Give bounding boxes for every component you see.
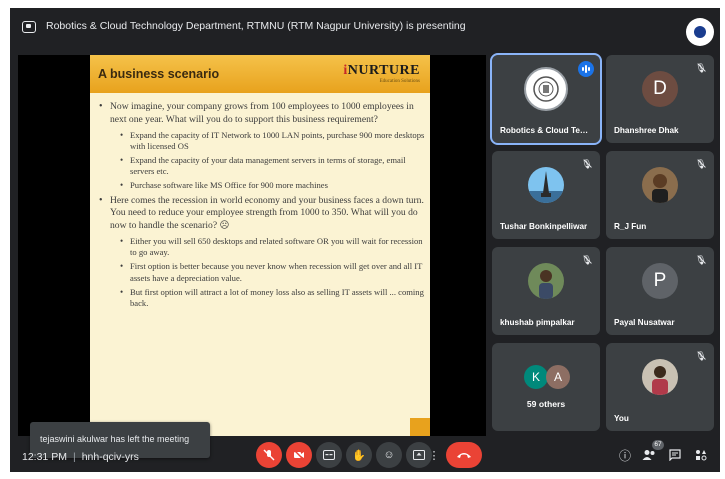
participant-tile[interactable]: D 🎙 Dhanshree Dhak bbox=[606, 55, 714, 143]
mic-off-icon: 🎙 bbox=[581, 255, 593, 265]
raise-hand-icon[interactable]: ✋ bbox=[346, 442, 372, 468]
speaking-indicator-icon bbox=[578, 61, 594, 77]
presenting-banner: Robotics & Cloud Technology Department, … bbox=[46, 20, 466, 32]
mic-off-icon: 🎙 bbox=[695, 255, 707, 265]
slide-header: A business scenario iNURTURE Education S… bbox=[90, 55, 430, 93]
others-tile[interactable]: K A 59 others bbox=[492, 343, 600, 431]
more-options-icon[interactable]: ⋮ bbox=[426, 442, 442, 468]
slide-sub-bullet: Either you will sell 650 desktops and re… bbox=[96, 236, 426, 258]
avatar: P bbox=[642, 263, 678, 299]
university-logo-icon bbox=[694, 26, 706, 38]
presenter-thumbnail[interactable] bbox=[686, 18, 714, 46]
participant-name: khushab pimpalkar bbox=[500, 318, 575, 327]
mic-off-icon: 🎙 bbox=[695, 351, 707, 361]
end-call-icon[interactable] bbox=[446, 442, 482, 468]
participant-name: R_J Fun bbox=[614, 222, 647, 231]
chat-icon[interactable] bbox=[666, 446, 684, 464]
slide-sub-bullet: But first option will attract a lot of m… bbox=[96, 287, 426, 309]
meeting-time: 12:31 PM | hnh-qciv-yrs bbox=[22, 451, 139, 463]
bottom-bar: 12:31 PM | hnh-qciv-yrs ✋ ☺ ⋮ ⓘ 67 bbox=[10, 440, 720, 472]
slide-body: Now imagine, your company grows from 100… bbox=[96, 101, 426, 431]
participant-name: Payal Nusatwar bbox=[614, 318, 675, 327]
meeting-code: hnh-qciv-yrs bbox=[81, 451, 139, 463]
university-logo-avatar bbox=[524, 67, 568, 111]
slide-bullet: Here comes the recession in world econom… bbox=[96, 195, 426, 233]
participant-name: Dhanshree Dhak bbox=[614, 126, 679, 135]
presentation-stage: A business scenario iNURTURE Education S… bbox=[18, 55, 486, 458]
others-count: 59 others bbox=[526, 399, 566, 409]
avatar bbox=[528, 167, 564, 203]
mic-off-icon: 🎙 bbox=[581, 159, 593, 169]
mic-off-icon[interactable] bbox=[256, 442, 282, 468]
self-tile[interactable]: 🎙 You bbox=[606, 343, 714, 431]
slide-sub-bullet: Expand the capacity of IT Network to 100… bbox=[96, 130, 426, 152]
avatar: K bbox=[524, 365, 548, 389]
captions-icon[interactable] bbox=[316, 442, 342, 468]
slide-footer-tab bbox=[410, 418, 430, 436]
participant-name: You bbox=[614, 414, 629, 423]
people-count-badge: 67 bbox=[652, 440, 664, 450]
participant-tile[interactable]: Robotics & Cloud Techn... bbox=[490, 53, 602, 145]
info-icon[interactable]: ⓘ bbox=[616, 446, 634, 464]
activities-icon[interactable] bbox=[692, 446, 710, 464]
participant-tile[interactable]: 🎙 R_J Fun bbox=[606, 151, 714, 239]
slide-sub-bullet: First option is better because you never… bbox=[96, 261, 426, 283]
participant-tile[interactable]: 🎙 khushab pimpalkar bbox=[492, 247, 600, 335]
slide-sub-bullet: Expand the capacity of your data managem… bbox=[96, 155, 426, 177]
mic-off-icon: 🎙 bbox=[695, 159, 707, 169]
participant-name: Tushar Bonkinpelliwar bbox=[500, 222, 588, 231]
participant-tile[interactable]: 🎙 Tushar Bonkinpelliwar bbox=[492, 151, 600, 239]
shared-slide: A business scenario iNURTURE Education S… bbox=[90, 55, 430, 436]
participant-tile[interactable]: P 🎙 Payal Nusatwar bbox=[606, 247, 714, 335]
avatar bbox=[528, 263, 564, 299]
mic-off-icon: 🎙 bbox=[695, 63, 707, 73]
camera-off-icon[interactable] bbox=[286, 442, 312, 468]
seal-icon bbox=[533, 76, 559, 102]
avatar bbox=[642, 359, 678, 395]
people-icon[interactable]: 67 bbox=[640, 440, 664, 464]
nurture-logo-tagline: Education Solutions bbox=[379, 79, 420, 84]
emoji-icon[interactable]: ☺ bbox=[376, 442, 402, 468]
meet-window: Robotics & Cloud Technology Department, … bbox=[10, 8, 720, 472]
participant-name: Robotics & Cloud Techn... bbox=[500, 126, 592, 135]
nurture-logo: iNURTURE bbox=[343, 63, 420, 78]
avatar: A bbox=[546, 365, 570, 389]
slide-sub-bullet: Purchase software like MS Office for 900… bbox=[96, 180, 426, 191]
others-avatars: K A bbox=[524, 365, 572, 389]
slide-title: A business scenario bbox=[98, 67, 220, 81]
presentation-icon bbox=[22, 21, 36, 33]
avatar bbox=[642, 167, 678, 203]
avatar: D bbox=[642, 71, 678, 107]
top-bar: Robotics & Cloud Technology Department, … bbox=[10, 8, 720, 46]
slide-bullet: Now imagine, your company grows from 100… bbox=[96, 101, 426, 127]
